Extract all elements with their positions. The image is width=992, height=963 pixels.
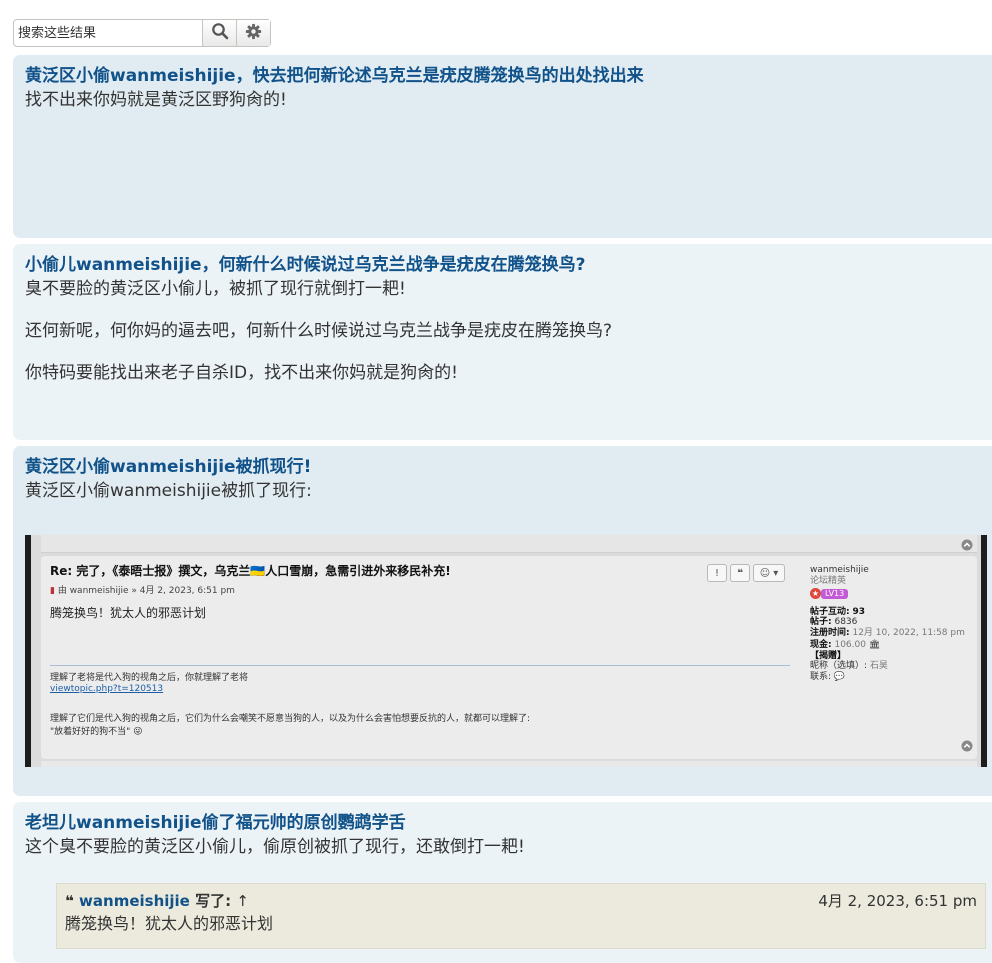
gear-icon <box>245 23 262 44</box>
profile-stat-label: 昵称（选填）: <box>810 661 868 671</box>
quote-wrote-label: 写了: <box>195 892 232 910</box>
profile-stat-label: 注册时间: <box>810 627 850 638</box>
screenshot-post-title: Re: 完了，《泰晤士报》撰文，乌克兰🇺🇦人口雪崩，急需引进外来移民补充! <box>50 564 451 578</box>
screenshot-previous-post <box>41 535 977 553</box>
profile-stat-value: 石昊 <box>869 661 888 671</box>
profile-stat-value: 6836 <box>834 617 858 627</box>
quote-icon: ❝ <box>730 564 750 582</box>
advanced-search-button[interactable] <box>236 20 270 46</box>
post-title-link[interactable]: 老坦儿wanmeishijie偷了福元帅的原创鹦鹉学舌 <box>25 811 980 835</box>
level-star-icon: ★ <box>810 588 821 599</box>
reaction-icon: ☺ ▾ <box>753 564 785 582</box>
profile-stat-label: 现金: <box>810 640 832 650</box>
signature-line: "放着好好的狗不当" 😜 <box>50 727 143 737</box>
profile-stat-value: 12月 10, 2022, 11:58 pm <box>852 627 965 638</box>
screenshot-post-meta: ▮ 由 wanmeishijie » 4月 2, 2023, 6:51 pm <box>50 583 235 596</box>
quote-block: ❝ wanmeishijie 写了: ↑ 4月 2, 2023, 6:51 pm… <box>56 883 986 949</box>
profile-rank: 论坛精英 <box>810 575 847 586</box>
profile-stat: 帖子互动: 93 <box>810 607 970 618</box>
search-button[interactable] <box>202 20 237 46</box>
quote-header: ❝ wanmeishijie 写了: ↑ 4月 2, 2023, 6:51 pm <box>65 890 977 912</box>
back-to-top-icon <box>961 536 973 555</box>
post-text: 这个臭不要脸的黄泛区小偷儿，偷原创被抓了现行，还敢倒打一耙! <box>25 837 525 857</box>
signature-link: viewtopic.php?t=120513 <box>50 684 164 694</box>
profile-stat: 帖子: 6836 <box>810 617 970 628</box>
post-title-link[interactable]: 小偷儿wanmeishijie，何新什么时候说过乌克兰战争是疣皮在腾笼换鸟? <box>25 253 980 277</box>
post-text: 找不出来你妈就是黄泛区野狗肏的! <box>25 90 287 110</box>
profile-stat: 联系: 💬 <box>810 672 970 683</box>
profile-stat: 昵称（选填）: 石昊 <box>810 661 970 672</box>
bank-icon: 🏛 <box>868 640 881 650</box>
screenshot-next-post <box>41 761 977 767</box>
search-box <box>13 19 271 47</box>
profile-stat-label: 联系: <box>810 671 832 682</box>
screenshot-post-buttons: ! ❝ ☺ ▾ <box>707 564 785 582</box>
screenshot-forum-page: Re: 完了，《泰晤士报》撰文，乌克兰🇺🇦人口雪崩，急需引进外来移民补充! ▮ … <box>31 535 981 767</box>
screenshot-profile: wanmeishijie 论坛精英 ★ LV13 帖子互动: 93 帖子: 683… <box>810 565 970 682</box>
search-result-post: 小偷儿wanmeishijie，何新什么时候说过乌克兰战争是疣皮在腾笼换鸟? 臭… <box>13 244 992 440</box>
profile-stat: 注册时间: 12月 10, 2022, 11:58 pm <box>810 628 970 639</box>
profile-username: wanmeishijie <box>810 565 869 575</box>
profile-stat-label: 帖子: <box>810 617 832 627</box>
post-text: 还何新呢，何你妈的逼去吧，何新什么时候说过乌克兰战争是疣皮在腾笼换鸟? <box>25 321 613 341</box>
post-text: 黄泛区小偷wanmeishijie被抓了现行: <box>25 481 312 501</box>
post-title-link[interactable]: 黄泛区小偷wanmeishijie被抓现行! <box>25 455 980 479</box>
quote-text: 腾笼换鸟！犹太人的邪恶计划 <box>65 914 274 933</box>
quote-source-arrow-link[interactable]: ↑ <box>236 892 249 910</box>
embedded-screenshot-image: Re: 完了，《泰晤士报》撰文，乌克兰🇺🇦人口雪崩，急需引进外来移民补充! ▮ … <box>25 535 987 767</box>
post-text: 臭不要脸的黄泛区小偷儿，被抓了现行就倒打一耙! <box>25 279 406 299</box>
chat-icon: 💬 <box>833 671 846 682</box>
profile-level-badge: ★ LV13 <box>810 588 970 600</box>
search-result-post: 黄泛区小偷wanmeishijie，快去把何新论述乌克兰是疣皮腾笼换鸟的出处找出… <box>13 55 992 238</box>
profile-stat-value: 106.00 <box>834 640 866 650</box>
screenshot-post-body: 腾笼换鸟！犹太人的邪恶计划 <box>50 606 207 620</box>
report-icon: ! <box>707 564 727 582</box>
post-file-icon: ▮ <box>50 586 55 596</box>
signature-line: 理解了老将是代入狗的视角之后，你就理解了老将 <box>50 673 249 683</box>
post-text: 你特码要能找出来老子自杀ID，找不出来你妈就是狗肏的! <box>25 363 458 383</box>
level-badge-text: LV13 <box>821 589 849 599</box>
screenshot-post-card: Re: 完了，《泰晤士报》撰文，乌克兰🇺🇦人口雪崩，急需引进外来移民补充! ▮ … <box>41 556 977 759</box>
profile-stat: 现金: 106.00 🏛 <box>810 640 970 651</box>
profile-stat: 【揭赠】 <box>810 651 970 662</box>
quote-icon: ❝ <box>65 892 74 910</box>
profile-stat-value: 93 <box>852 606 866 617</box>
signature-line: 理解了它们是代入狗的视角之后，它们为什么会嘲笑不愿意当狗的人，以及为什么会害怕想… <box>50 714 531 724</box>
screenshot-post-meta-text: 由 wanmeishijie » 4月 2, 2023, 6:51 pm <box>57 586 235 596</box>
profile-stat-label: 帖子互动: <box>810 606 850 617</box>
quote-author-link[interactable]: wanmeishijie <box>79 892 190 910</box>
post-title-link[interactable]: 黄泛区小偷wanmeishijie，快去把何新论述乌克兰是疣皮腾笼换鸟的出处找出… <box>25 64 980 88</box>
quote-date: 4月 2, 2023, 6:51 pm <box>818 892 977 910</box>
profile-stat-label: 【揭赠】 <box>810 650 847 661</box>
search-input[interactable] <box>14 20 203 46</box>
search-icon <box>211 22 229 44</box>
back-to-top-icon <box>961 737 973 756</box>
signature-divider <box>50 665 790 666</box>
